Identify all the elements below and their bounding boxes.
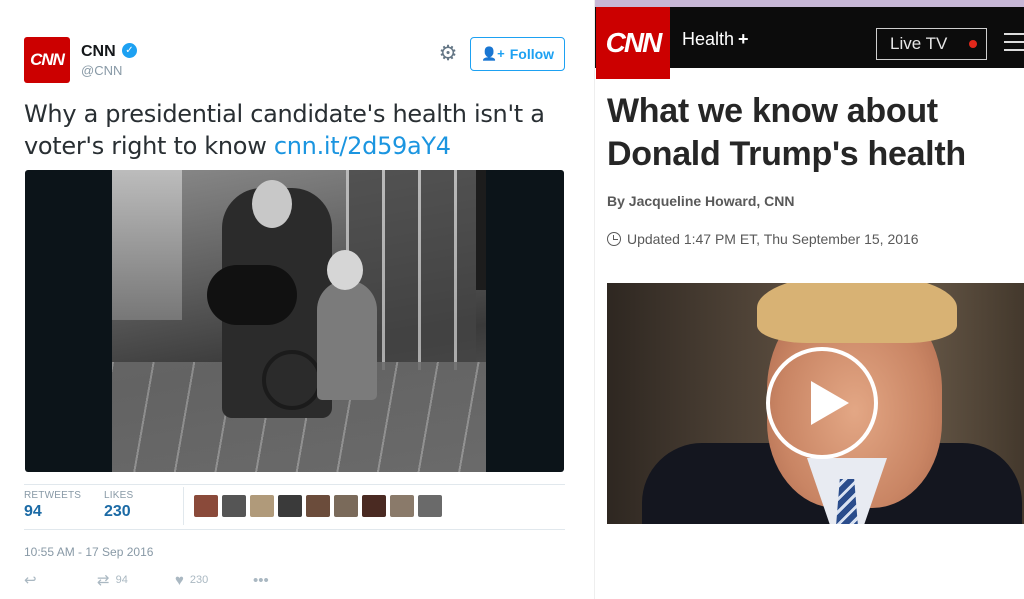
article-updated: Updated 1:47 PM ET, Thu September 15, 20… (607, 231, 919, 247)
article-byline[interactable]: By Jacqueline Howard, CNN (607, 193, 795, 209)
article-headline: What we know about Donald Trump's health (607, 92, 966, 173)
cnn-logo-text: CNN (605, 27, 663, 58)
updated-text: Updated 1:47 PM ET, Thu September 15, 20… (627, 231, 919, 247)
like-count: 230 (189, 574, 209, 586)
clock-icon (607, 232, 621, 246)
retweet-count: 94 (115, 574, 128, 586)
retweet-button[interactable]: ⇄ 94 (97, 571, 175, 589)
tweet-link[interactable]: cnn.it/2d59aY4 (274, 132, 451, 160)
liker-avatar[interactable] (306, 495, 330, 517)
liker-avatars (194, 495, 442, 517)
cnn-article: Health + Live TV CNN What we know about D… (594, 0, 1024, 599)
photo-image (112, 170, 486, 472)
live-tv-button[interactable]: Live TV (876, 28, 987, 60)
avatar-logo-text: CNN (30, 50, 65, 69)
live-dot-icon (969, 40, 978, 48)
more-icon: ••• (253, 571, 269, 589)
play-icon[interactable] (766, 347, 878, 459)
likes-count[interactable]: 230 (104, 503, 131, 521)
video-player[interactable] (607, 283, 1024, 524)
section-nav[interactable]: Health + (682, 29, 749, 50)
liker-avatar[interactable] (362, 495, 386, 517)
follow-button[interactable]: 👤+ Follow (470, 37, 565, 71)
stats-separator (183, 487, 184, 525)
gear-icon[interactable]: ⚙ (436, 42, 460, 66)
liker-avatar[interactable] (250, 495, 274, 517)
tweet-actions: ↩ ⇄ 94 ♥ 230 ••• (24, 571, 269, 590)
more-button[interactable]: ••• (253, 572, 269, 589)
section-expand[interactable]: + (738, 29, 749, 49)
cnn-avatar[interactable]: CNN (24, 37, 70, 83)
liker-avatar[interactable] (390, 495, 414, 517)
verified-badge-icon: ✓ (122, 43, 137, 58)
live-tv-label: Live TV (890, 34, 948, 53)
top-accent-strip (595, 0, 1024, 7)
add-person-icon: 👤+ (480, 46, 505, 61)
liker-avatar[interactable] (194, 495, 218, 517)
reply-button[interactable]: ↩ (24, 571, 97, 589)
reply-icon: ↩ (24, 572, 37, 589)
account-name[interactable]: CNN (81, 43, 116, 61)
section-label: Health (682, 29, 735, 49)
retweet-icon: ⇄ (97, 572, 110, 589)
tweet-card: CNN CNN ✓ @CNN ⚙ 👤+ Follow Why a preside… (0, 0, 590, 599)
liker-avatar[interactable] (418, 495, 442, 517)
divider (24, 529, 565, 530)
retweets-count[interactable]: 94 (24, 503, 42, 521)
retweets-label: RETWEETS (24, 490, 82, 501)
liker-avatar[interactable] (222, 495, 246, 517)
account-handle[interactable]: @CNN (81, 63, 122, 78)
heart-icon: ♥ (175, 571, 184, 589)
divider (24, 484, 565, 485)
tweet-photo[interactable] (25, 170, 564, 472)
liker-avatar[interactable] (278, 495, 302, 517)
follow-label: Follow (509, 46, 555, 62)
likes-label: LIKES (104, 490, 134, 501)
photo-credit-strip (476, 170, 486, 290)
tweet-text: Why a presidential candidate's health is… (24, 98, 564, 162)
cnn-logo[interactable]: CNN (596, 7, 670, 79)
tweet-timestamp[interactable]: 10:55 AM - 17 Sep 2016 (24, 545, 153, 559)
liker-avatar[interactable] (334, 495, 358, 517)
hamburger-menu-icon[interactable] (1004, 33, 1024, 53)
like-button[interactable]: ♥ 230 (175, 572, 253, 589)
